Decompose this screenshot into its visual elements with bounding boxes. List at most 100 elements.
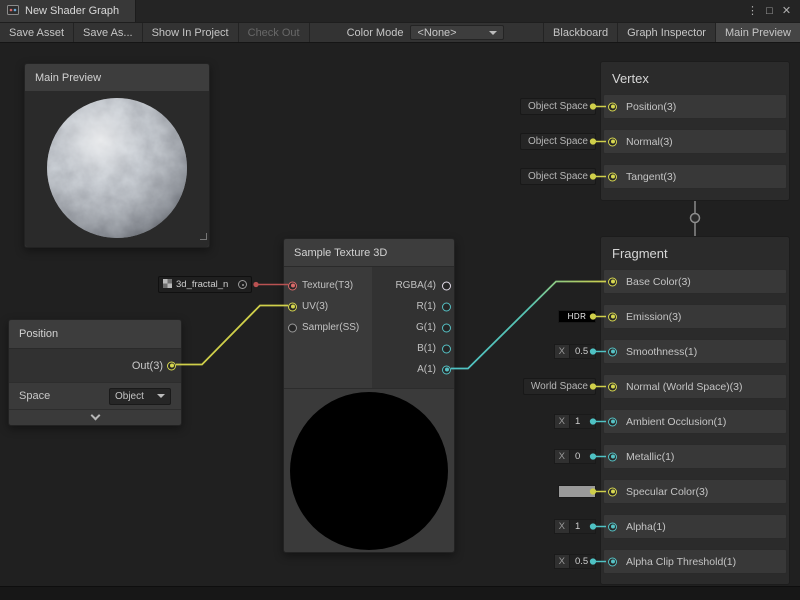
save-asset-button[interactable]: Save Asset <box>0 23 74 42</box>
fragment-row-metallic[interactable]: Metallic(1) <box>603 444 787 469</box>
preview-sphere <box>25 92 209 247</box>
smoothness-field[interactable]: X 0.5 <box>554 344 596 359</box>
normal-ws-port[interactable] <box>608 382 617 391</box>
position-space-dropdown[interactable]: Object Space <box>520 98 596 115</box>
fragment-row-alpha[interactable]: Alpha(1) <box>603 514 787 539</box>
node-title: Position <box>19 328 58 340</box>
vertex-row-tangent[interactable]: Tangent(3) <box>603 164 787 189</box>
x-component-value[interactable]: 1 <box>570 519 596 534</box>
tab-title: New Shader Graph <box>25 5 119 17</box>
b-output-row: B(1) <box>372 338 454 359</box>
object-picker-icon[interactable] <box>238 280 247 289</box>
dropdown-value: Object Space <box>528 136 588 147</box>
uv-input-port[interactable] <box>288 302 297 311</box>
row-label: Alpha(1) <box>626 521 666 533</box>
color-mode-dropdown[interactable]: <None> <box>410 25 504 40</box>
graph-inspector-button[interactable]: Graph Inspector <box>617 23 715 42</box>
vertex-row-position[interactable]: Position(3) <box>603 94 787 119</box>
position-block-port[interactable] <box>608 102 617 111</box>
texture-field[interactable]: 3d_fractal_n <box>158 276 252 293</box>
position-out-port[interactable] <box>167 361 176 370</box>
sample-node-ports: Texture(T3) UV(3) Sampler(SS) RGBA(4) <box>284 267 454 388</box>
rgba-output-port[interactable] <box>442 281 451 290</box>
vertex-row-normal[interactable]: Normal(3) <box>603 129 787 154</box>
x-component-value[interactable]: 1 <box>570 414 596 429</box>
metallic-port[interactable] <box>608 452 617 461</box>
fragment-row-alpha-clip[interactable]: Alpha Clip Threshold(1) <box>603 549 787 574</box>
normal-space-dropdown[interactable]: Object Space <box>520 133 596 150</box>
fragment-row-base-color[interactable]: Base Color(3) <box>603 269 787 294</box>
emission-widget[interactable]: HDR <box>558 310 596 323</box>
position-node-header[interactable]: Position <box>9 320 181 349</box>
base-color-port[interactable] <box>608 277 617 286</box>
emission-port[interactable] <box>608 312 617 321</box>
port-label: G(1) <box>416 322 436 333</box>
space-dropdown[interactable]: Object <box>109 388 171 405</box>
main-preview-panel[interactable]: Main Preview <box>24 63 210 248</box>
caret-down-icon <box>157 394 165 398</box>
sample-node-header[interactable]: Sample Texture 3D <box>284 239 454 267</box>
alpha-field[interactable]: X 1 <box>554 519 596 534</box>
tab-new-shader-graph[interactable]: New Shader Graph <box>0 0 136 22</box>
row-label: Normal(3) <box>626 136 673 148</box>
tangent-block-port[interactable] <box>608 172 617 181</box>
sampler-input-port[interactable] <box>288 323 297 332</box>
x-component-value[interactable]: 0.5 <box>570 554 596 569</box>
alpha-clip-field[interactable]: X 0.5 <box>554 554 596 569</box>
fragment-context[interactable]: Fragment Base Color(3) Emission(3) Smoot… <box>600 236 790 585</box>
alpha-port[interactable] <box>608 522 617 531</box>
alpha-clip-port[interactable] <box>608 557 617 566</box>
main-preview-button[interactable]: Main Preview <box>715 23 800 42</box>
x-component-value[interactable]: 0 <box>570 449 596 464</box>
row-label: Ambient Occlusion(1) <box>626 416 726 428</box>
save-as-button[interactable]: Save As... <box>74 23 143 42</box>
normal-block-port[interactable] <box>608 137 617 146</box>
main-preview-header[interactable]: Main Preview <box>25 64 209 92</box>
a-output-port[interactable] <box>442 365 451 374</box>
port-label: UV(3) <box>302 301 328 312</box>
r-output-port[interactable] <box>442 302 451 311</box>
ambient-occlusion-port[interactable] <box>608 417 617 426</box>
specular-color-port[interactable] <box>608 487 617 496</box>
fragment-row-ambient-occlusion[interactable]: Ambient Occlusion(1) <box>603 409 787 434</box>
ambient-occlusion-field[interactable]: X 1 <box>554 414 596 429</box>
row-label: Position(3) <box>626 101 676 113</box>
row-label: Smoothness(1) <box>626 346 697 358</box>
space-dropdown-value: Object <box>115 391 144 402</box>
smoothness-port[interactable] <box>608 347 617 356</box>
texture-input-port[interactable] <box>288 281 297 290</box>
close-icon[interactable]: ✕ <box>778 0 795 22</box>
port-label: Sampler(SS) <box>302 322 359 333</box>
port-label: B(1) <box>417 343 436 354</box>
show-in-project-button[interactable]: Show In Project <box>143 23 239 42</box>
out-port-label: Out(3) <box>132 360 163 372</box>
normal-ws-space-dropdown[interactable]: World Space <box>523 378 596 395</box>
fragment-row-normal-ws[interactable]: Normal (World Space)(3) <box>603 374 787 399</box>
collapse-toggle[interactable] <box>9 409 181 425</box>
port-label: Texture(T3) <box>302 280 353 291</box>
vertex-context[interactable]: Vertex Position(3) Normal(3) Tangent(3) <box>600 61 790 201</box>
fragment-row-emission[interactable]: Emission(3) <box>603 304 787 329</box>
position-node[interactable]: Position Out(3) Space Object <box>8 319 182 426</box>
graph-canvas[interactable]: Main Preview <box>0 43 800 600</box>
fragment-row-specular-color[interactable]: Specular Color(3) <box>603 479 787 504</box>
x-component-label: X <box>554 519 570 534</box>
kebab-menu-icon[interactable]: ⋮ <box>744 0 761 22</box>
tangent-space-dropdown[interactable]: Object Space <box>520 168 596 185</box>
dropdown-value: Object Space <box>528 171 588 182</box>
emission-hdr-swatch[interactable]: HDR <box>558 310 596 323</box>
metallic-field[interactable]: X 0 <box>554 449 596 464</box>
sampler-input-row: Sampler(SS) <box>284 317 372 338</box>
b-output-port[interactable] <box>442 344 451 353</box>
fragment-row-smoothness[interactable]: Smoothness(1) <box>603 339 787 364</box>
specular-color-widget[interactable] <box>558 485 596 498</box>
blackboard-button[interactable]: Blackboard <box>543 23 617 42</box>
g-output-port[interactable] <box>442 323 451 332</box>
main-preview-body <box>25 92 209 247</box>
x-component-value[interactable]: 0.5 <box>570 344 596 359</box>
maximize-icon[interactable]: □ <box>761 0 778 22</box>
resize-handle-icon[interactable] <box>200 227 207 245</box>
specular-color-swatch[interactable] <box>558 485 596 498</box>
sample-texture-3d-node[interactable]: Sample Texture 3D Texture(T3) UV(3) Samp… <box>283 238 455 553</box>
sample-node-preview <box>284 388 454 552</box>
